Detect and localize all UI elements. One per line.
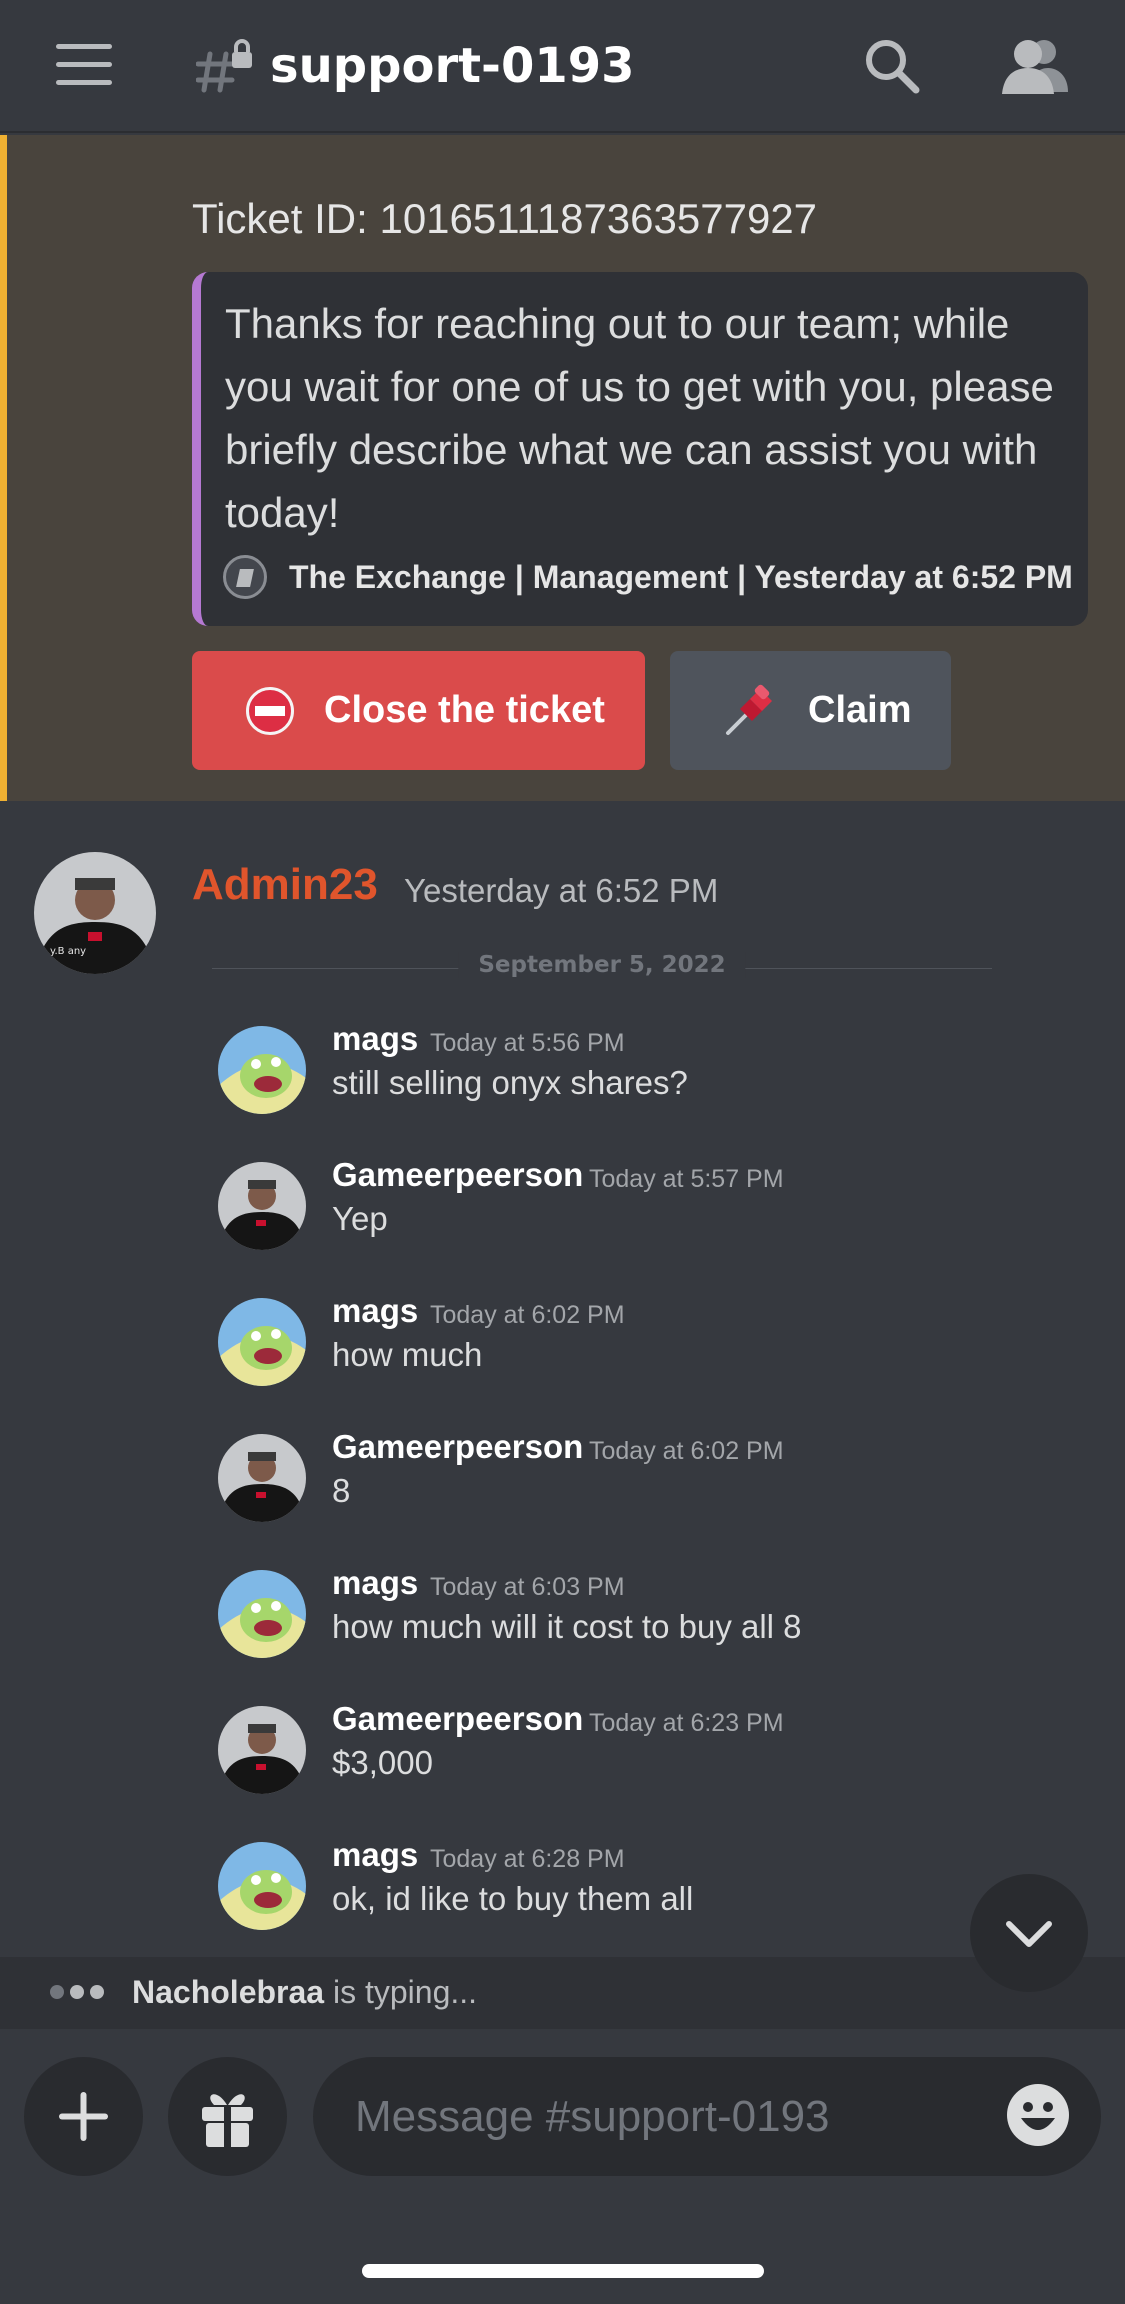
date-divider: September 5, 2022 xyxy=(212,948,992,988)
message-author[interactable]: mags xyxy=(332,1564,418,1602)
gift-button[interactable] xyxy=(168,2057,287,2176)
mags-avatar[interactable] xyxy=(218,1570,306,1658)
message-item[interactable]: mags Today at 6:03 PM how much will it c… xyxy=(218,1564,1038,1670)
chevron-down-icon xyxy=(1006,1921,1052,1947)
message-author[interactable]: mags xyxy=(332,1292,418,1330)
gameerpeerson-avatar[interactable] xyxy=(218,1162,306,1250)
ticket-embed: Ticket ID: 1016511187363577927 Thanks fo… xyxy=(0,135,1125,801)
gameerpeerson-avatar[interactable] xyxy=(218,1434,306,1522)
message-item[interactable]: Gameerpeerson Today at 5:57 PM Yep xyxy=(218,1156,1038,1262)
claim-label: Claim xyxy=(808,689,912,731)
emoji-icon[interactable] xyxy=(1005,2082,1071,2148)
message-item[interactable]: mags Today at 5:56 PM still selling onyx… xyxy=(218,1020,1038,1126)
embed-description: Thanks for reaching out to our team; whi… xyxy=(225,300,1054,536)
claim-button[interactable]: Claim xyxy=(670,651,951,770)
close-ticket-label: Close the ticket xyxy=(324,689,605,731)
message-time: Today at 6:28 PM xyxy=(430,1845,625,1873)
search-icon[interactable] xyxy=(862,36,922,96)
message-item[interactable]: Gameerpeerson Today at 6:02 PM 8 xyxy=(218,1428,1038,1534)
message-time: Today at 5:56 PM xyxy=(430,1029,625,1057)
pushpin-icon xyxy=(726,684,772,735)
date-divider-text: September 5, 2022 xyxy=(458,952,746,978)
plus-button[interactable] xyxy=(24,2057,143,2176)
message-author[interactable]: mags xyxy=(332,1020,418,1058)
message-item[interactable]: Gameerpeerson Today at 6:23 PM $3,000 xyxy=(218,1700,1038,1806)
locked-channel-icon xyxy=(196,39,252,93)
gameerpeerson-avatar[interactable] xyxy=(218,1706,306,1794)
embed-card: Thanks for reaching out to our team; whi… xyxy=(192,272,1088,626)
typing-user: Nacholebraa xyxy=(132,1974,325,2010)
message-content: 8 xyxy=(332,1472,351,1509)
embed-footer: The Exchange | Management | Yesterday at… xyxy=(223,555,1073,599)
message-time: Today at 6:23 PM xyxy=(589,1709,784,1737)
message-content: $3,000 xyxy=(332,1744,433,1781)
channel-header: support-0193 xyxy=(0,0,1125,133)
message-content: Yep xyxy=(332,1200,388,1237)
home-indicator xyxy=(362,2264,764,2278)
ticket-id: Ticket ID: 1016511187363577927 xyxy=(192,195,818,242)
message-content: ok, id like to buy them all xyxy=(332,1880,694,1917)
message-time: Today at 6:03 PM xyxy=(430,1573,625,1601)
message-content: still selling onyx shares? xyxy=(332,1064,688,1101)
message-time: Today at 6:02 PM xyxy=(430,1301,625,1329)
mags-avatar[interactable] xyxy=(218,1298,306,1386)
typing-dots-icon xyxy=(50,1985,104,1999)
svg-text:y.B any: y.B any xyxy=(50,946,86,957)
footer-logo-icon xyxy=(223,555,267,599)
admin-timestamp: Yesterday at 6:52 PM xyxy=(404,872,719,909)
message-time: Today at 5:57 PM xyxy=(589,1165,784,1193)
embed-footer-text: The Exchange | Management | Yesterday at… xyxy=(289,558,1073,595)
message-content: how much xyxy=(332,1336,483,1373)
members-icon[interactable] xyxy=(1000,36,1068,96)
mags-avatar[interactable] xyxy=(218,1842,306,1930)
mags-avatar[interactable] xyxy=(218,1026,306,1114)
message-item[interactable]: mags Today at 6:28 PM ok, id like to buy… xyxy=(218,1836,1038,1942)
message-item[interactable]: mags Today at 6:02 PM how much xyxy=(218,1292,1038,1398)
message-composer xyxy=(0,2030,1125,2304)
admin-avatar[interactable]: y.B any xyxy=(34,852,156,974)
message-author[interactable]: Gameerpeerson xyxy=(332,1156,583,1194)
admin-username[interactable]: Admin23 xyxy=(192,860,378,910)
hamburger-menu-icon[interactable] xyxy=(56,44,112,86)
typing-text: Nacholebraa is typing... xyxy=(132,1974,477,2011)
message-author[interactable]: Gameerpeerson xyxy=(332,1700,583,1738)
jump-to-bottom-button[interactable] xyxy=(970,1874,1088,1992)
channel-title[interactable]: support-0193 xyxy=(270,36,635,96)
typing-suffix: is typing... xyxy=(324,1974,478,2010)
close-ticket-button[interactable]: Close the ticket xyxy=(192,651,645,770)
message-author[interactable]: mags xyxy=(332,1836,418,1874)
message-input[interactable] xyxy=(313,2057,1101,2176)
no-entry-icon xyxy=(246,686,294,735)
message-time: Today at 6:02 PM xyxy=(589,1437,784,1465)
typing-indicator: Nacholebraa is typing... xyxy=(0,1957,1125,2029)
message-content: how much will it cost to buy all 8 xyxy=(332,1608,802,1645)
message-author[interactable]: Gameerpeerson xyxy=(332,1428,583,1466)
